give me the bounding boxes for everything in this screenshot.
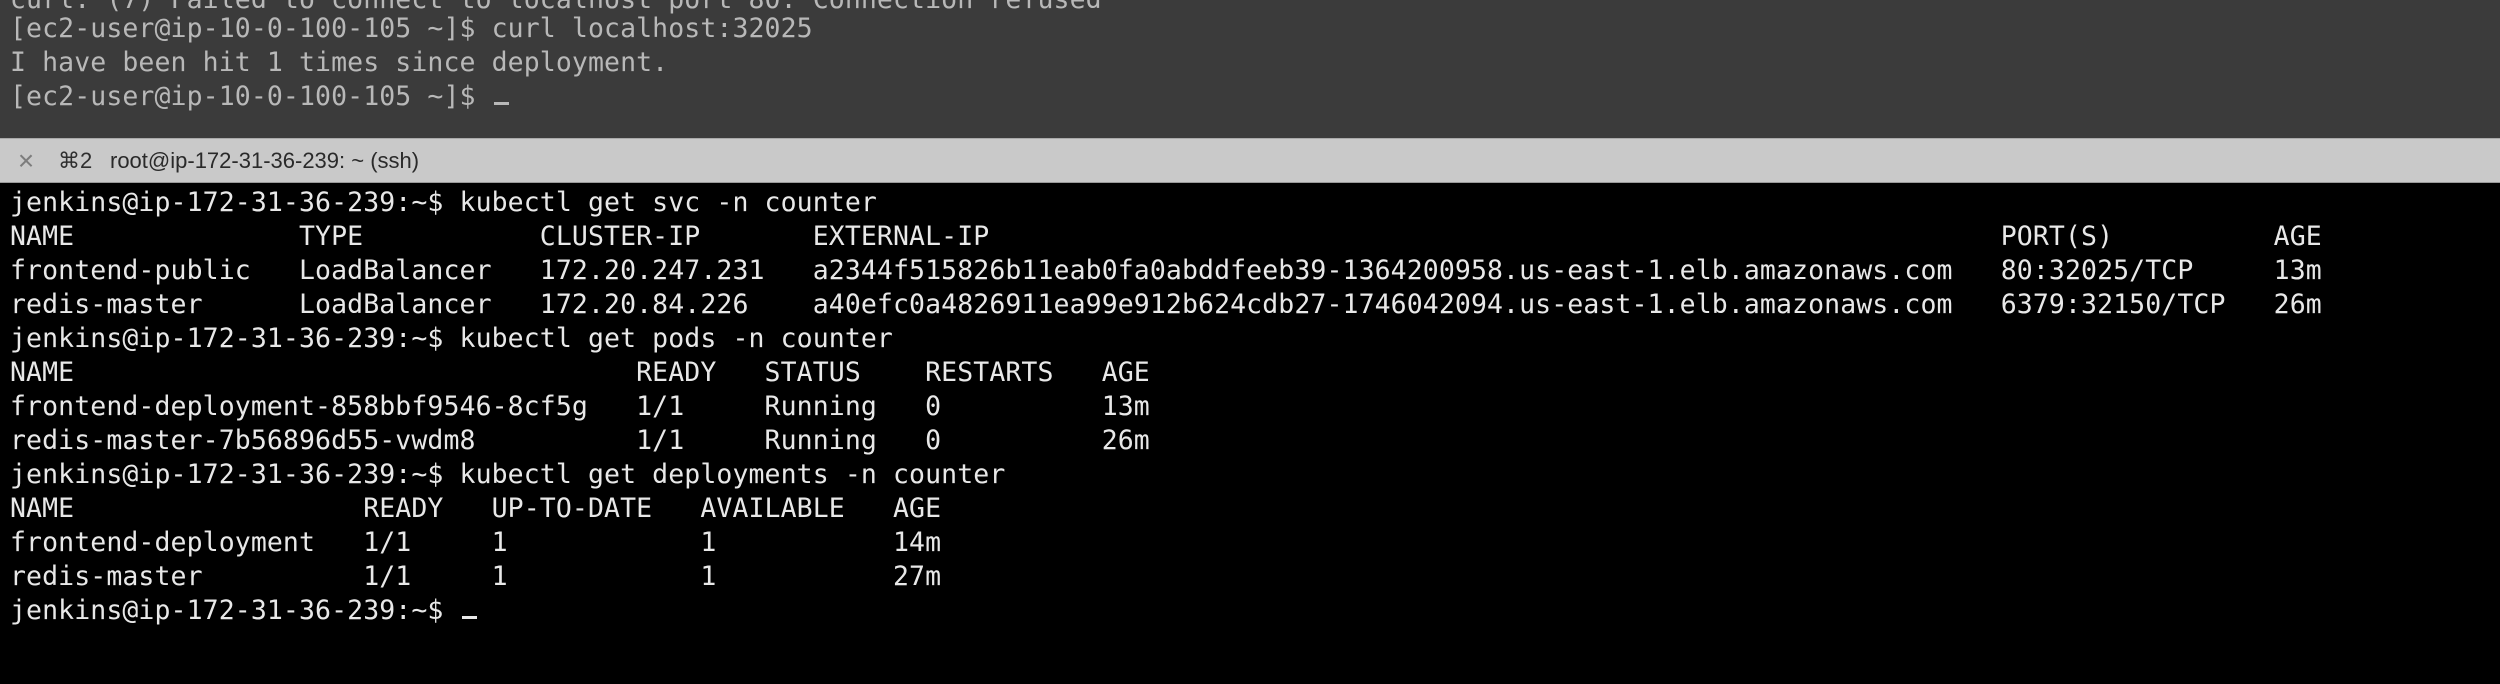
terminal-prompt-line: [ec2-user@ip-10-0-100-105 ~]$ — [10, 80, 509, 114]
terminal-cursor — [493, 102, 509, 105]
tab-title[interactable]: root@ip-172-31-36-239: ~ (ssh) — [110, 139, 419, 182]
table-row: redis-master-7b56896d55-vwdm8 1/1 Runnin… — [10, 425, 1150, 456]
table-row: frontend-public LoadBalancer 172.20.247.… — [10, 255, 2322, 286]
terminal-line: jenkins@ip-172-31-36-239:~$ kubectl get … — [10, 459, 1006, 490]
prompt-text: [ec2-user@ip-10-0-100-105 ~]$ — [10, 81, 492, 112]
table-row: frontend-deployment 1/1 1 1 14m — [10, 527, 942, 558]
terminal-prompt-line: jenkins@ip-172-31-36-239:~$ — [10, 594, 477, 628]
table-row: frontend-deployment-858bbf9546-8cf5g 1/1… — [10, 391, 1150, 422]
terminal-line: I have been hit 1 times since deployment… — [10, 47, 669, 78]
terminal-line: jenkins@ip-172-31-36-239:~$ kubectl get … — [10, 323, 893, 354]
terminal-window: curl: (7) Failed to connect to localhost… — [0, 0, 2500, 684]
table-header: NAME READY STATUS RESTARTS AGE — [10, 357, 1150, 388]
close-icon[interactable]: × — [12, 147, 40, 175]
terminal-pane-top[interactable]: curl: (7) Failed to connect to localhost… — [0, 0, 2500, 138]
pane-tab-bar: × ⌘2 root@ip-172-31-36-239: ~ (ssh) — [0, 138, 2500, 183]
table-row: redis-master 1/1 1 1 27m — [10, 561, 942, 592]
table-header: NAME TYPE CLUSTER-IP EXTERNAL-IP PORT(S)… — [10, 221, 2322, 252]
terminal-line: [ec2-user@ip-10-0-100-105 ~]$ curl local… — [10, 13, 813, 44]
prompt-text: jenkins@ip-172-31-36-239:~$ — [10, 595, 460, 626]
terminal-cursor — [461, 616, 477, 619]
table-row: redis-master LoadBalancer 172.20.84.226 … — [10, 289, 2322, 320]
table-header: NAME READY UP-TO-DATE AVAILABLE AGE — [10, 493, 942, 524]
tab-shortcut-label: ⌘2 — [58, 148, 93, 173]
terminal-pane-bottom[interactable]: jenkins@ip-172-31-36-239:~$ kubectl get … — [0, 183, 2500, 684]
terminal-line: jenkins@ip-172-31-36-239:~$ kubectl get … — [10, 187, 877, 218]
